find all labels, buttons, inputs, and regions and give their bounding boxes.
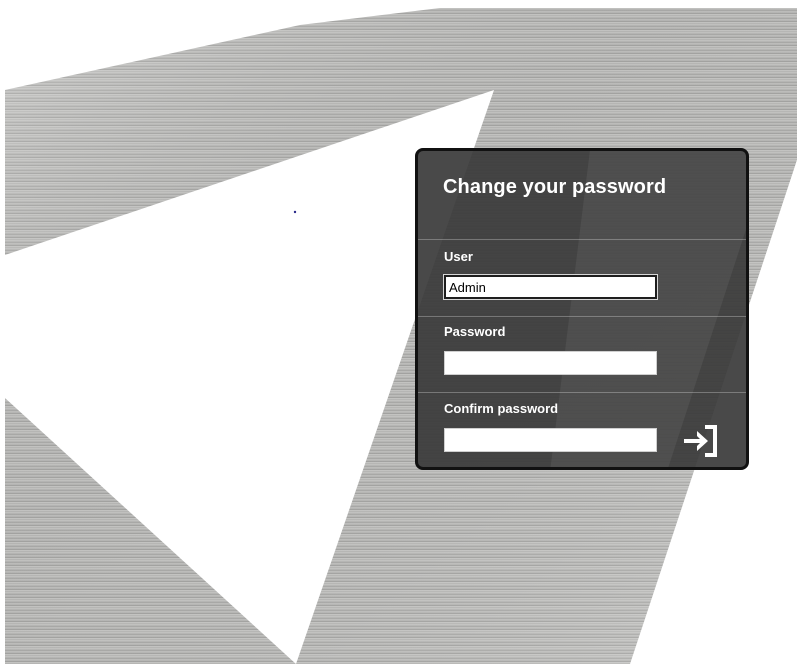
user-label: User bbox=[444, 249, 473, 264]
submit-button[interactable] bbox=[681, 423, 721, 459]
confirm-password-label: Confirm password bbox=[444, 401, 559, 416]
confirm-password-input[interactable] bbox=[444, 428, 657, 452]
user-input[interactable] bbox=[444, 275, 657, 299]
sign-in-arrow-icon bbox=[684, 425, 717, 457]
divider bbox=[418, 392, 746, 393]
password-label: Password bbox=[444, 324, 506, 339]
panel-title: Change your password bbox=[443, 176, 667, 198]
change-password-panel: Change your password User Password Confi… bbox=[415, 148, 749, 470]
password-input[interactable] bbox=[444, 351, 657, 375]
login-screen: Change your password User Password Confi… bbox=[0, 0, 797, 664]
divider bbox=[418, 316, 746, 317]
divider bbox=[418, 239, 746, 240]
